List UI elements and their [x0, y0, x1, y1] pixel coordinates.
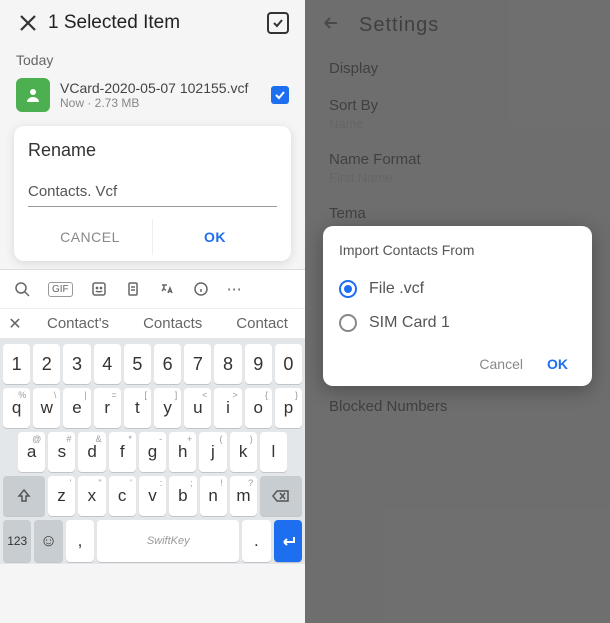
radio-icon — [339, 314, 357, 332]
gif-icon[interactable]: GIF — [48, 282, 73, 297]
back-icon[interactable] — [321, 13, 345, 38]
key-e[interactable]: e| — [63, 388, 90, 428]
key-w[interactable]: w\ — [33, 388, 60, 428]
key-h[interactable]: h+ — [169, 432, 196, 472]
radio-selected-icon — [339, 280, 357, 298]
key-o[interactable]: o{ — [245, 388, 272, 428]
emoji-key[interactable]: ☺ — [34, 520, 62, 562]
suggestion-item[interactable]: Contact's — [47, 315, 109, 332]
key-m[interactable]: m? — [230, 476, 257, 516]
setting-item[interactable]: Blocked Numbers — [305, 388, 610, 425]
key-y[interactable]: y] — [154, 388, 181, 428]
clipboard-icon[interactable] — [125, 281, 141, 297]
setting-label: Name Format — [329, 151, 586, 168]
close-icon[interactable] — [16, 11, 40, 35]
select-all-checkbox[interactable] — [267, 12, 289, 34]
keyboard-toolbar: GIF ⋯ — [0, 269, 305, 308]
contact-file-icon — [16, 78, 50, 112]
file-meta: Now · 2.73 MB — [60, 96, 261, 110]
key-1[interactable]: 1 — [3, 344, 30, 384]
shift-key[interactable] — [3, 476, 45, 516]
setting-label: Display — [329, 60, 586, 77]
key-q[interactable]: q% — [3, 388, 30, 428]
settings-title: Settings — [359, 14, 439, 37]
suggestions-close-icon[interactable]: ✕ — [0, 314, 30, 334]
file-row[interactable]: VCard-2020-05-07 102155.vcf Now · 2.73 M… — [0, 72, 305, 118]
key-b[interactable]: b; — [169, 476, 196, 516]
setting-item[interactable]: Name Format First Name — [305, 141, 610, 195]
rename-input[interactable] — [28, 179, 277, 207]
rename-cancel-button[interactable]: CANCEL — [28, 219, 153, 255]
import-ok-button[interactable]: OK — [547, 356, 568, 372]
search-icon[interactable] — [14, 281, 30, 297]
key-n[interactable]: n! — [200, 476, 227, 516]
key-i[interactable]: i> — [214, 388, 241, 428]
setting-value: First Name — [329, 170, 586, 185]
key-j[interactable]: j( — [199, 432, 226, 472]
setting-item[interactable]: Display — [305, 50, 610, 87]
backspace-key[interactable] — [260, 476, 302, 516]
key-8[interactable]: 8 — [214, 344, 241, 384]
import-dialog: Import Contacts From File .vcf SIM Card … — [323, 226, 592, 386]
rename-dialog: Rename CANCEL OK — [14, 126, 291, 261]
key-6[interactable]: 6 — [154, 344, 181, 384]
enter-key[interactable] — [274, 520, 302, 562]
key-9[interactable]: 9 — [245, 344, 272, 384]
import-option-sim[interactable]: SIM Card 1 — [339, 306, 576, 340]
sticker-icon[interactable] — [91, 281, 107, 297]
setting-label: Tema — [329, 205, 586, 222]
numbers-key[interactable]: 123 — [3, 520, 31, 562]
key-u[interactable]: u< — [184, 388, 211, 428]
rename-ok-button[interactable]: OK — [153, 219, 277, 255]
key-4[interactable]: 4 — [94, 344, 121, 384]
import-option-file[interactable]: File .vcf — [339, 272, 576, 306]
key-5[interactable]: 5 — [124, 344, 151, 384]
space-key[interactable]: SwiftKey — [97, 520, 239, 562]
file-name: VCard-2020-05-07 102155.vcf — [60, 80, 261, 96]
key-r[interactable]: r= — [94, 388, 121, 428]
setting-value: Name — [329, 116, 586, 131]
key-d[interactable]: d& — [78, 432, 105, 472]
key-7[interactable]: 7 — [184, 344, 211, 384]
key-p[interactable]: p} — [275, 388, 302, 428]
key-x[interactable]: x" — [78, 476, 105, 516]
header-title: 1 Selected Item — [48, 12, 267, 34]
file-checkbox[interactable] — [271, 86, 289, 104]
key-l[interactable]: l — [260, 432, 287, 472]
key-v[interactable]: v: — [139, 476, 166, 516]
key-s[interactable]: s# — [48, 432, 75, 472]
key-t[interactable]: t[ — [124, 388, 151, 428]
setting-label: Sort By — [329, 97, 586, 114]
key-3[interactable]: 3 — [63, 344, 90, 384]
key-k[interactable]: k) — [230, 432, 257, 472]
setting-item[interactable]: Sort By Name — [305, 87, 610, 141]
period-key[interactable]: . — [242, 520, 270, 562]
comma-key[interactable]: , — [66, 520, 94, 562]
rename-title: Rename — [28, 140, 277, 161]
key-0[interactable]: 0 — [275, 344, 302, 384]
section-today: Today — [0, 46, 305, 72]
key-z[interactable]: z' — [48, 476, 75, 516]
key-a[interactable]: a@ — [18, 432, 45, 472]
key-f[interactable]: f* — [109, 432, 136, 472]
more-icon[interactable]: ⋯ — [227, 280, 242, 298]
info-icon[interactable] — [193, 281, 209, 297]
key-g[interactable]: g- — [139, 432, 166, 472]
keyboard: 1234567890 q%w\e|r=t[y]u<i>o{p} a@s#d&f*… — [0, 338, 305, 564]
import-cancel-button[interactable]: Cancel — [479, 356, 523, 372]
setting-label: Blocked Numbers — [329, 398, 586, 415]
translate-icon[interactable] — [159, 281, 175, 297]
suggestion-item[interactable]: Contact — [236, 315, 288, 332]
import-title: Import Contacts From — [339, 242, 576, 258]
key-c[interactable]: c' — [109, 476, 136, 516]
key-2[interactable]: 2 — [33, 344, 60, 384]
suggestion-item[interactable]: Contacts — [143, 315, 202, 332]
